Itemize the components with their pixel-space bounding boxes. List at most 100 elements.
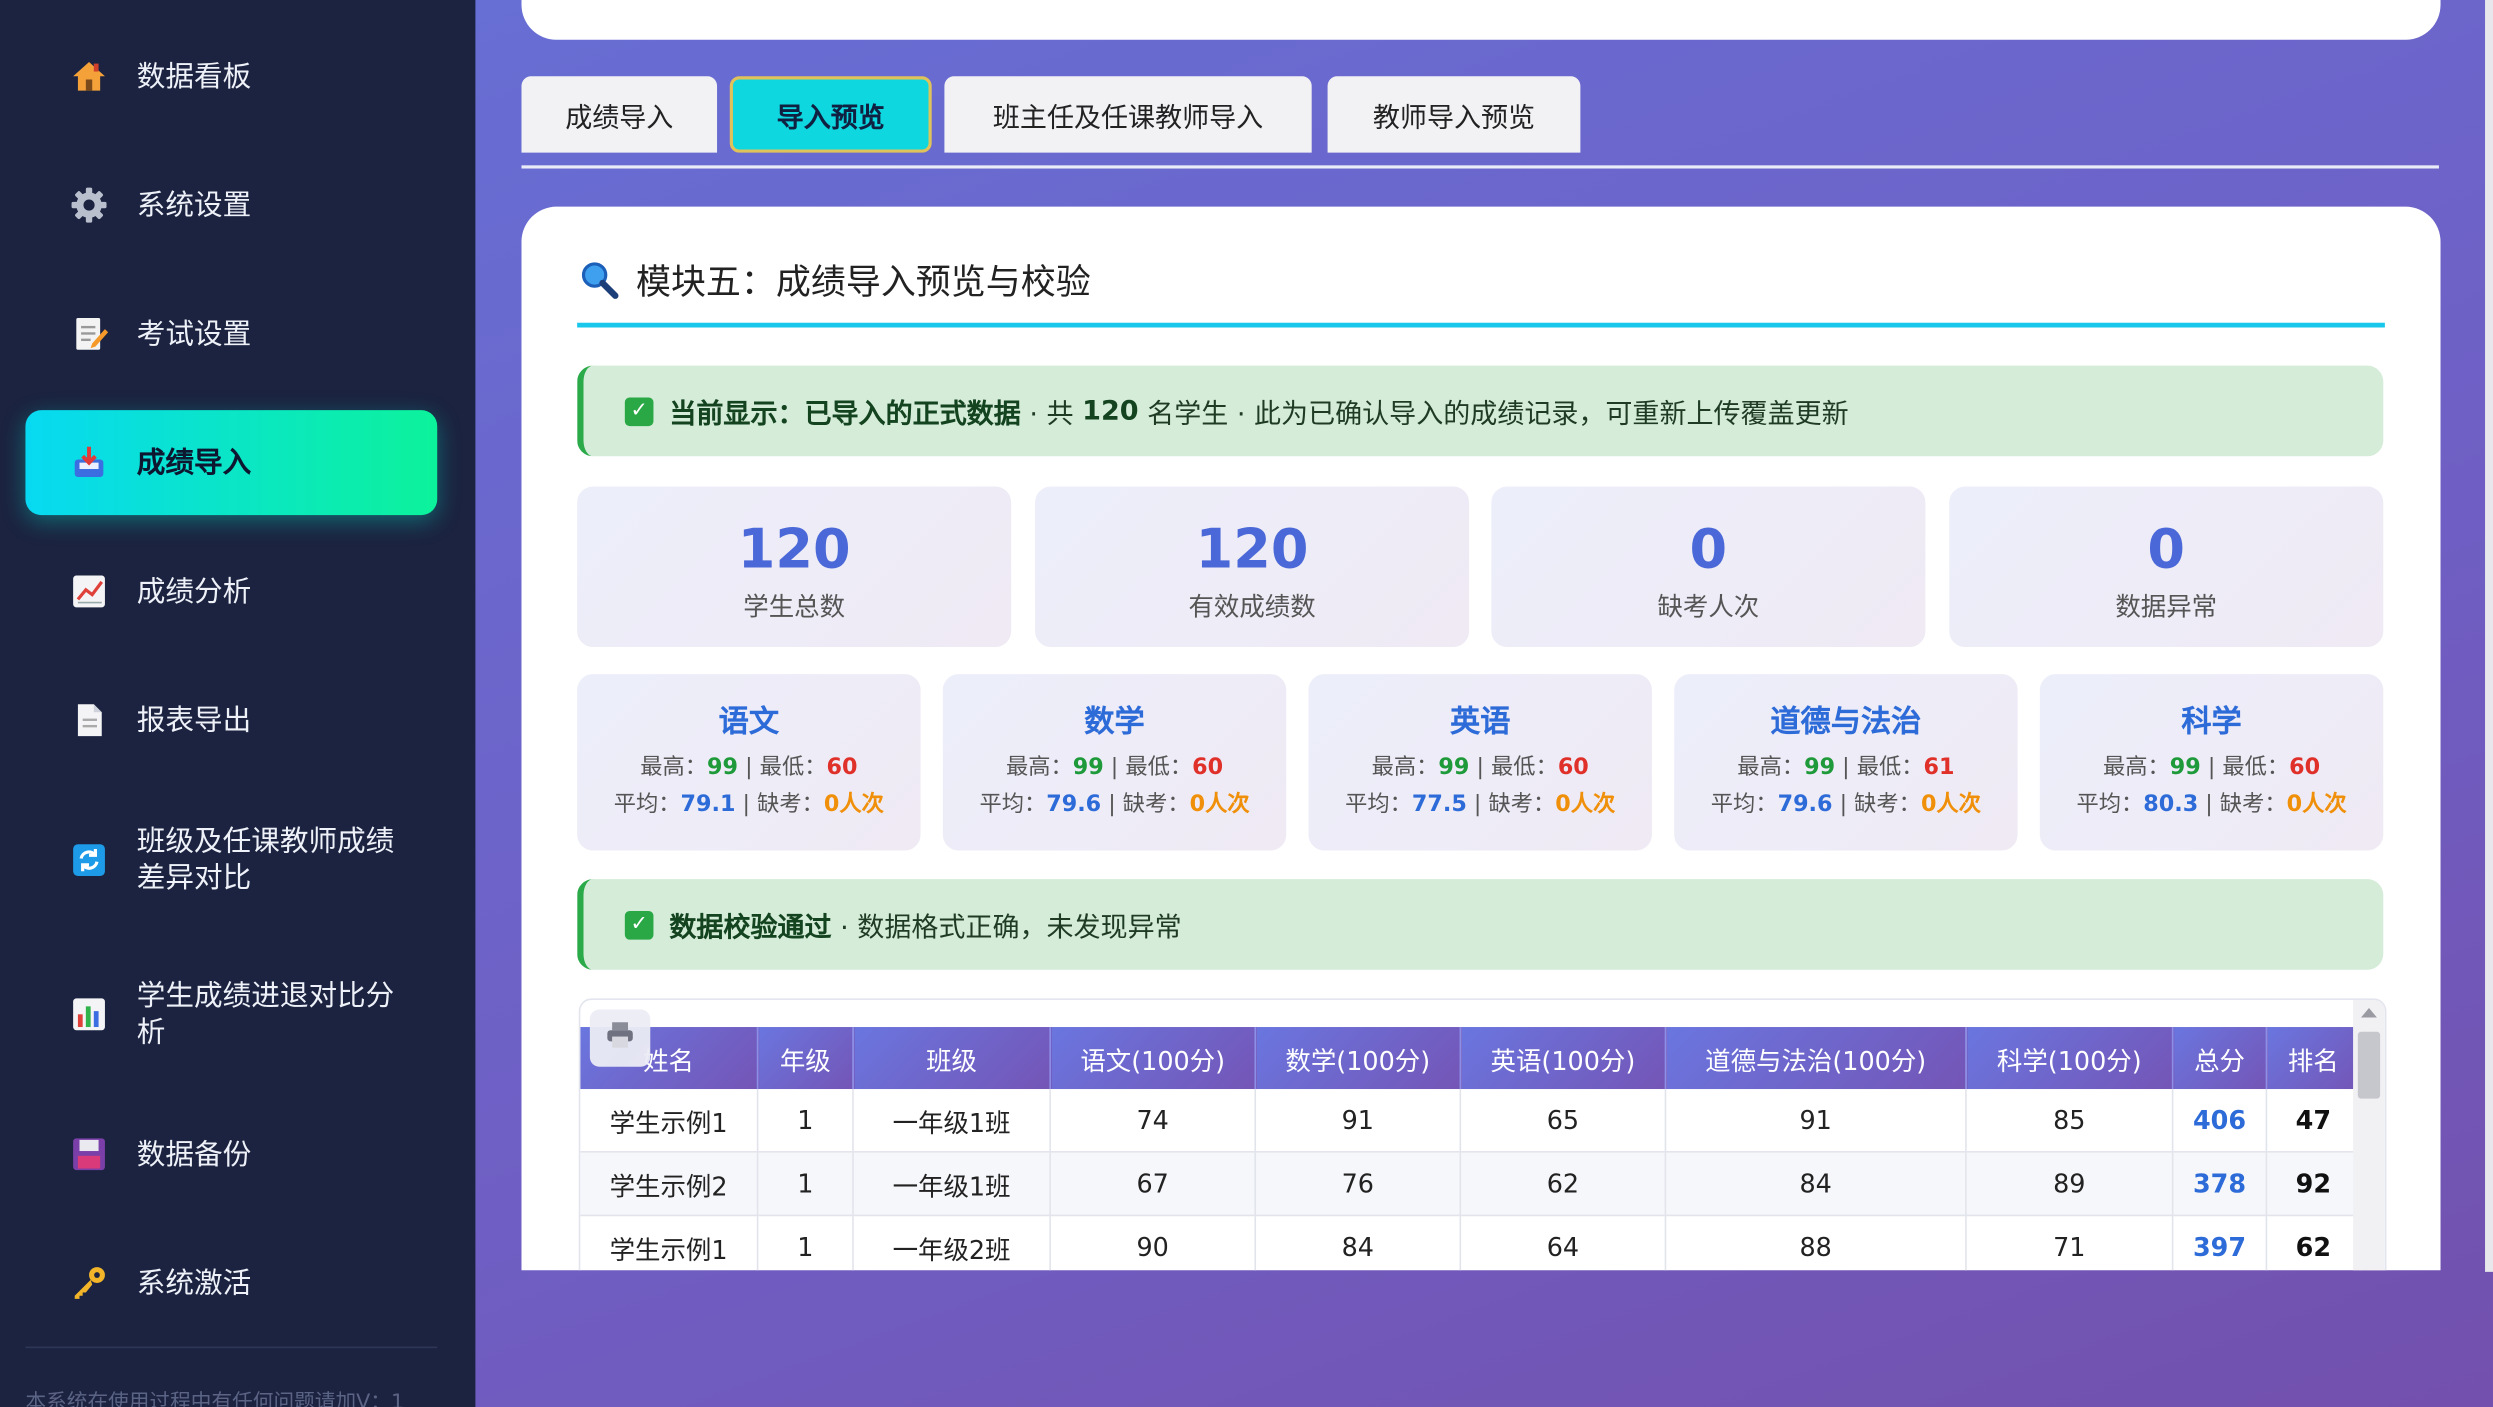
notice-text: · 共 bbox=[1020, 399, 1083, 431]
subject-card-english: 英语 最高：99 | 最低：60 平均：77.5 | 缺考：0人次 bbox=[1308, 674, 1652, 851]
cell-morality-law: 84 bbox=[1665, 1151, 1967, 1217]
min-value: 61 bbox=[1923, 755, 1955, 781]
column-header[interactable]: 总分 bbox=[2172, 1027, 2268, 1090]
column-header[interactable]: 排名 bbox=[2266, 1027, 2362, 1090]
sidebar-item-label: 报表导出 bbox=[136, 703, 252, 737]
absent-value: 0人次 bbox=[1555, 791, 1616, 818]
cell-class: 一年级1班 bbox=[852, 1089, 1051, 1153]
floppy-disk-icon bbox=[70, 1135, 108, 1173]
min-value: 60 bbox=[1192, 755, 1224, 781]
avg-value: 77.5 bbox=[1411, 791, 1467, 818]
min-value: 60 bbox=[826, 755, 858, 781]
validation-notice: ✓ 数据校验通过 · 数据格式正确，未发现异常 bbox=[577, 879, 2384, 970]
sidebar-item-score-import[interactable]: 成绩导入 bbox=[25, 410, 438, 516]
min-label: 最低： bbox=[759, 755, 827, 781]
absent-label: 缺考： bbox=[2219, 791, 2287, 818]
tab-import-preview[interactable]: 导入预览 bbox=[729, 76, 932, 153]
separator: | bbox=[1103, 755, 1126, 781]
current-data-notice: ✓ 当前显示：已导入的正式数据 · 共 120 名学生 · 此为已确认导入的成绩… bbox=[577, 365, 2384, 457]
subject-name: 英语 bbox=[1449, 704, 1511, 740]
score-table-container[interactable]: 姓名 年级 班级 语文(100分) 数学(100分) 英语(100分) 道德与法… bbox=[578, 998, 2387, 1271]
cell-math: 76 bbox=[1255, 1151, 1462, 1217]
sidebar-item-teacher-comparison[interactable]: 班级及任课教师成绩差异对比 bbox=[25, 808, 437, 913]
stat-value: 120 bbox=[1195, 518, 1309, 582]
preview-panel: 模块五：成绩导入预览与校验 ✓ 当前显示：已导入的正式数据 · 共 120 名学… bbox=[521, 206, 2441, 1271]
column-header[interactable]: 数学(100分) bbox=[1255, 1027, 1462, 1090]
column-header[interactable]: 道德与法治(100分) bbox=[1665, 1027, 1967, 1090]
min-label: 最低： bbox=[2222, 755, 2290, 781]
max-label: 最高： bbox=[2102, 755, 2170, 781]
cell-total: 378 bbox=[2172, 1151, 2268, 1217]
magnifier-icon bbox=[579, 259, 620, 300]
max-label: 最高： bbox=[1371, 755, 1439, 781]
subject-name: 科学 bbox=[2181, 704, 2242, 740]
subject-card-math: 数学 最高：99 | 最低：60 平均：79.6 | 缺考：0人次 bbox=[942, 674, 1287, 851]
separator: | bbox=[1832, 791, 1855, 818]
stat-card-absent: 0 缺考人次 bbox=[1491, 486, 1926, 648]
bar-chart-icon bbox=[70, 995, 108, 1033]
absent-label: 缺考： bbox=[1122, 791, 1190, 818]
sidebar-item-label: 成绩导入 bbox=[136, 445, 252, 480]
subject-name: 数学 bbox=[1084, 704, 1145, 740]
cell-rank: 62 bbox=[2266, 1215, 2362, 1271]
tab-teacher-import[interactable]: 班主任及任课教师导入 bbox=[944, 76, 1312, 153]
cell-grade: 1 bbox=[757, 1215, 854, 1271]
sidebar-item-exam-settings[interactable]: 考试设置 bbox=[25, 281, 437, 386]
cell-total: 397 bbox=[2172, 1215, 2268, 1271]
cell-chinese: 67 bbox=[1050, 1151, 1257, 1217]
sidebar-item-label: 考试设置 bbox=[136, 317, 252, 351]
table-row: 学生示例1 1 一年级1班 74 91 65 91 85 406 47 bbox=[580, 1089, 2362, 1153]
sidebar-item-dashboard[interactable]: 数据看板 bbox=[25, 24, 437, 129]
separator: | bbox=[1101, 791, 1123, 818]
printer-icon bbox=[606, 1021, 635, 1056]
page-scrollbar[interactable] bbox=[2485, 0, 2493, 1272]
chart-increasing-icon bbox=[70, 572, 108, 610]
column-header[interactable]: 科学(100分) bbox=[1965, 1027, 2174, 1090]
cell-class: 一年级2班 bbox=[852, 1215, 1051, 1271]
sidebar-item-settings[interactable]: 系统设置 bbox=[25, 153, 437, 258]
sidebar-item-report-export[interactable]: 报表导出 bbox=[25, 668, 437, 773]
max-value: 99 bbox=[1072, 755, 1104, 781]
house-icon bbox=[70, 57, 108, 95]
sidebar: 数据看板 系统设置 考试设置 成绩导入 成绩分析 报表导出 班级及任课教师成绩差… bbox=[0, 0, 476, 1407]
document-icon bbox=[70, 701, 108, 739]
stat-label: 缺考人次 bbox=[1657, 591, 1760, 622]
max-label: 最高： bbox=[640, 755, 708, 781]
sidebar-item-activation[interactable]: 系统激活 bbox=[25, 1231, 437, 1336]
stat-value: 0 bbox=[1689, 518, 1728, 582]
scroll-up-arrow-icon[interactable] bbox=[2361, 1007, 2377, 1018]
table-scrollbar[interactable] bbox=[2353, 1000, 2385, 1271]
sidebar-item-student-progress[interactable]: 学生成绩进退对比分析 bbox=[25, 962, 437, 1067]
memo-icon bbox=[70, 315, 109, 353]
separator: | bbox=[735, 791, 758, 818]
cell-english: 62 bbox=[1460, 1151, 1667, 1217]
scrollbar-thumb[interactable] bbox=[2357, 1031, 2381, 1099]
inbox-icon bbox=[70, 444, 108, 482]
avg-label: 平均： bbox=[979, 791, 1047, 818]
tab-teacher-preview[interactable]: 教师导入预览 bbox=[1327, 76, 1581, 153]
sidebar-footer-text: 本系统在使用过程中有任何问题请加V：1 bbox=[25, 1391, 405, 1407]
cell-class: 一年级1班 bbox=[852, 1151, 1051, 1217]
separator: | bbox=[1835, 755, 1857, 781]
sidebar-item-score-analysis[interactable]: 成绩分析 bbox=[25, 539, 437, 644]
max-value: 99 bbox=[707, 755, 739, 781]
tab-score-import[interactable]: 成绩导入 bbox=[521, 76, 718, 153]
title-underline bbox=[577, 322, 2385, 328]
sidebar-item-data-backup[interactable]: 数据备份 bbox=[25, 1102, 437, 1207]
column-header[interactable]: 语文(100分) bbox=[1050, 1027, 1257, 1090]
absent-label: 缺考： bbox=[757, 791, 824, 818]
table-row: 学生示例2 1 一年级1班 67 76 62 84 89 378 92 bbox=[580, 1151, 2362, 1217]
cell-name: 学生示例1 bbox=[580, 1215, 759, 1271]
column-header[interactable]: 英语(100分) bbox=[1460, 1027, 1667, 1090]
sidebar-item-label: 系统激活 bbox=[136, 1266, 252, 1300]
key-icon bbox=[70, 1264, 108, 1302]
column-header[interactable]: 班级 bbox=[852, 1027, 1051, 1090]
avg-label: 平均： bbox=[613, 791, 681, 818]
notice-text: 名学生 · 此为已确认导入的成绩记录，可重新上传覆盖更新 bbox=[1138, 399, 1849, 431]
column-header[interactable]: 年级 bbox=[757, 1027, 854, 1090]
subject-card-chinese: 语文 最高：99 | 最低：60 平均：79.1 | 缺考：0人次 bbox=[577, 674, 921, 851]
module-title: 模块五：成绩导入预览与校验 bbox=[579, 254, 1091, 305]
avg-label: 平均： bbox=[2076, 791, 2144, 818]
print-button[interactable] bbox=[589, 1009, 651, 1067]
min-value: 60 bbox=[1557, 755, 1589, 781]
